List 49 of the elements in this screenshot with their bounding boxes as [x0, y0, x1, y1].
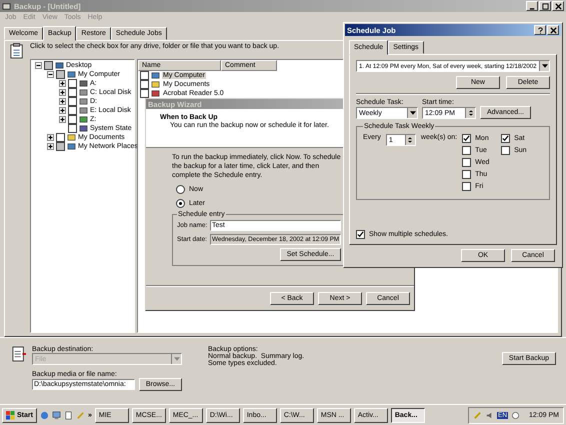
expander-icon[interactable]	[59, 98, 66, 105]
help-icon	[536, 26, 544, 34]
checkbox[interactable]	[462, 146, 472, 155]
checkbox[interactable]	[68, 88, 77, 97]
monitor-icon[interactable]	[52, 410, 61, 420]
checkbox[interactable]	[462, 182, 472, 191]
expander-icon[interactable]	[47, 71, 54, 78]
caret-icon	[410, 111, 416, 115]
checkbox[interactable]	[56, 133, 65, 142]
checkbox[interactable]	[356, 230, 365, 239]
expander-icon[interactable]	[35, 62, 42, 69]
expander-icon[interactable]	[59, 89, 66, 96]
checkbox[interactable]	[462, 170, 472, 179]
expander-icon[interactable]	[59, 116, 66, 123]
expander-icon[interactable]	[59, 107, 66, 114]
close-button[interactable]	[547, 25, 559, 35]
checkbox[interactable]	[501, 134, 510, 143]
checkbox[interactable]	[140, 71, 149, 80]
checkbox[interactable]	[68, 115, 77, 124]
help-button[interactable]	[534, 25, 546, 35]
checklist-icon	[10, 43, 24, 59]
checkbox[interactable]	[68, 97, 77, 106]
radio-button[interactable]	[176, 185, 185, 194]
checkbox[interactable]	[68, 106, 77, 115]
checkbox[interactable]	[68, 79, 77, 88]
caret-icon	[542, 64, 548, 68]
close-icon	[554, 2, 562, 10]
close-icon	[550, 26, 556, 34]
maximize-icon	[542, 2, 548, 10]
expander-icon[interactable]	[47, 143, 54, 150]
expander-icon[interactable]	[59, 80, 66, 87]
windows-logo-icon	[6, 410, 15, 420]
checkbox[interactable]	[462, 158, 472, 167]
checkbox[interactable]	[462, 134, 472, 143]
app-icon	[2, 2, 11, 10]
caret-icon	[174, 357, 180, 361]
checkbox[interactable]	[56, 70, 65, 79]
checkbox[interactable]	[501, 146, 510, 155]
document-icon[interactable]	[64, 410, 73, 420]
document-icon	[12, 346, 26, 362]
speaker-icon[interactable]	[485, 410, 494, 420]
globe-icon[interactable]	[40, 410, 49, 420]
checkbox[interactable]	[140, 89, 149, 98]
checkbox[interactable]	[140, 80, 149, 89]
checkbox[interactable]	[68, 124, 77, 133]
checkbox[interactable]	[56, 142, 65, 151]
expander-icon[interactable]	[47, 134, 54, 141]
radio-button[interactable]	[176, 199, 185, 208]
checkbox[interactable]	[44, 61, 53, 70]
